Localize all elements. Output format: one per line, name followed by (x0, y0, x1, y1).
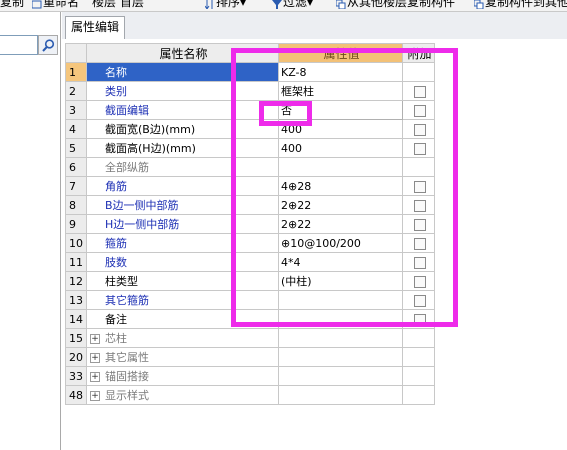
property-group-row[interactable]: 15 + 芯柱 (65, 328, 435, 348)
copy-to-icon (473, 0, 484, 10)
row-number: 3 (65, 100, 87, 120)
annotation-box-section-edit (259, 101, 312, 126)
search-button[interactable] (38, 35, 58, 55)
add-checkbox-cell (402, 385, 435, 405)
row-number: 7 (65, 176, 87, 196)
row-number: 5 (65, 138, 87, 158)
copy-button[interactable]: 复制 (0, 0, 24, 9)
dropdown-arrow-icon: ▾ (240, 0, 247, 9)
rename-button[interactable]: 重命名 (31, 0, 79, 9)
row-number: 4 (65, 119, 87, 139)
copy-from-icon (335, 0, 346, 10)
filter-button[interactable]: 过滤▾ (272, 0, 313, 9)
property-group-row[interactable]: 33 + 锚固搭接 (65, 366, 435, 386)
property-value (278, 328, 403, 348)
property-group-label: 显示样式 (105, 389, 149, 402)
tab-property-edit[interactable]: 属性编辑 (65, 16, 125, 39)
dropdown-arrow-icon: ▾ (307, 0, 314, 9)
property-value (278, 366, 403, 386)
property-group-label: 其它属性 (105, 351, 149, 364)
row-number: 15 (65, 328, 87, 348)
sort-icon (204, 0, 215, 10)
row-number-header (65, 43, 87, 63)
row-number: 9 (65, 214, 87, 234)
copy-from-floor-button[interactable]: 从其他楼层复制构件 (335, 0, 455, 10)
property-group-label: 锚固搭接 (105, 370, 149, 383)
row-number: 11 (65, 252, 87, 272)
expand-icon[interactable]: + (90, 353, 100, 363)
row-number: 20 (65, 347, 87, 367)
property-value (278, 385, 403, 405)
component-list-pane (0, 12, 61, 450)
search-icon (42, 39, 55, 52)
row-number: 10 (65, 233, 87, 253)
row-number: 6 (65, 157, 87, 177)
row-number: 48 (65, 385, 87, 405)
annotation-box-values (231, 48, 458, 327)
filter-icon (272, 0, 282, 9)
expand-icon[interactable]: + (90, 334, 100, 344)
add-checkbox-cell (402, 366, 435, 386)
property-group-label: 芯柱 (105, 332, 127, 345)
row-number: 8 (65, 195, 87, 215)
property-group[interactable]: + 芯柱 (86, 328, 279, 348)
property-group-row[interactable]: 48 + 显示样式 (65, 385, 435, 405)
row-number: 12 (65, 271, 87, 291)
rename-icon (31, 0, 42, 9)
row-number: 1 (65, 62, 87, 82)
copy-to-floor-button[interactable]: 复制构件到其他 (473, 0, 567, 10)
floor-label: 楼层 (92, 0, 117, 9)
property-group[interactable]: + 其它属性 (86, 347, 279, 367)
sort-button[interactable]: 排序▾ (204, 0, 247, 10)
toolbar: 复制 重命名 楼层 首层 排序▾ 过滤▾ 从其他楼层复制构件 复制构件到其他 (0, 0, 567, 12)
row-number: 13 (65, 290, 87, 310)
floor-select[interactable]: 首层 (120, 0, 144, 9)
tab-bar: 属性编辑 (62, 12, 567, 39)
expand-icon[interactable]: + (90, 391, 100, 401)
expand-icon[interactable]: + (90, 372, 100, 382)
row-number: 14 (65, 309, 87, 329)
row-number: 2 (65, 81, 87, 101)
search-input[interactable] (0, 35, 38, 55)
row-number: 33 (65, 366, 87, 386)
property-group[interactable]: + 锚固搭接 (86, 366, 279, 386)
add-checkbox-cell (402, 347, 435, 367)
add-checkbox-cell (402, 328, 435, 348)
property-group[interactable]: + 显示样式 (86, 385, 279, 405)
property-value (278, 347, 403, 367)
property-group-row[interactable]: 20 + 其它属性 (65, 347, 435, 367)
